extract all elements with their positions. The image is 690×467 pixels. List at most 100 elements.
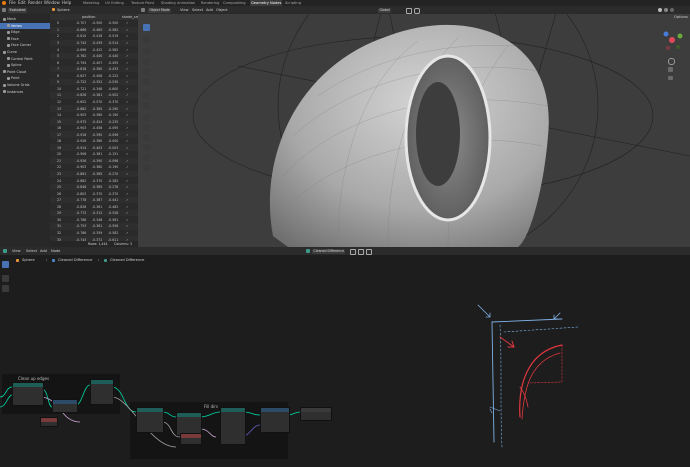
move-tool-icon[interactable] — [143, 48, 150, 55]
scale-tool-icon[interactable] — [143, 68, 150, 75]
viewport-menu-select[interactable]: Select — [192, 8, 203, 12]
dataset-tree-item[interactable]: Point Cloud — [0, 69, 53, 75]
annotate-tool-icon[interactable] — [143, 92, 150, 99]
dataset-tree-item[interactable]: Spline — [0, 62, 57, 68]
row-index: 0 — [57, 21, 60, 26]
dataset-tree-item[interactable]: Volume Grids — [0, 82, 53, 88]
object-name: Sphere — [57, 7, 70, 12]
dataset-tree-label: Vertex — [11, 23, 22, 28]
table-cell: -0.778 — [76, 198, 87, 203]
cursor-tool-icon[interactable] — [143, 36, 150, 43]
extrude-tool-icon[interactable] — [143, 124, 150, 131]
column-header-position[interactable]: position — [82, 15, 95, 19]
row-index: 10 — [57, 86, 62, 91]
row-index: 5 — [57, 54, 60, 59]
table-cell: -0.903 — [76, 113, 87, 118]
dataset-tree-item[interactable]: Control Point — [0, 56, 57, 62]
viewport-scene — [192, 6, 690, 247]
table-row: 9 -0.722 -0.352 -0.530 ✓ — [50, 78, 138, 86]
node-clean-a[interactable] — [12, 382, 44, 406]
dataset-tree-item[interactable]: Mesh — [0, 16, 53, 22]
row-index: 32 — [57, 230, 62, 235]
table-cell: -0.914 — [76, 145, 87, 150]
zoom-icon[interactable] — [668, 58, 675, 65]
viewport-menu-object[interactable]: Object — [216, 8, 228, 12]
table-cell: -0.190 — [108, 113, 119, 118]
dataset-type-icon — [7, 43, 10, 47]
table-cell: -0.926 — [76, 139, 87, 144]
table-cell: -0.916 — [76, 132, 87, 137]
table-cell: -0.095 — [108, 126, 119, 131]
node-fill-e[interactable] — [260, 407, 290, 433]
blender-logo-icon[interactable] — [2, 1, 6, 5]
node-clean-b[interactable] — [52, 399, 78, 413]
table-cell: -0.000 — [108, 139, 119, 144]
table-cell: -0.361 — [92, 204, 103, 209]
viewport-menu-view[interactable]: View — [180, 8, 189, 12]
table-row: 4 -0.696 -0.422 -0.582 ✓ — [50, 46, 138, 53]
geometry-node-editor[interactable]: View Select Add Node Cleaned Difference … — [0, 247, 690, 467]
options-dropdown[interactable]: Options — [674, 15, 688, 19]
columns-count: Columns: 3 — [114, 242, 132, 246]
table-cell: -0.582 — [108, 47, 119, 52]
spreadsheet-editor-icon[interactable] — [2, 8, 6, 12]
shading-material-icon[interactable] — [664, 8, 668, 12]
node-clean-c[interactable] — [90, 379, 114, 405]
pan-hand-icon[interactable] — [668, 67, 673, 72]
table-cell: -0.407 — [92, 60, 103, 65]
table-cell: -0.903 — [76, 165, 87, 170]
add-cube-tool-icon[interactable] — [143, 114, 150, 121]
table-cell: -0.582 — [108, 230, 119, 235]
viewport-menu-add[interactable]: Add — [206, 8, 213, 12]
table-cell: -0.768 — [76, 217, 87, 222]
dataset-tree-item[interactable]: Vertex — [0, 22, 57, 29]
shade-smooth-checkbox: ✓ — [126, 60, 129, 65]
shading-rendered-icon[interactable] — [670, 8, 674, 12]
transform-orientation-dropdown[interactable]: Global — [378, 7, 392, 13]
3d-viewport[interactable]: Object Mode View Select Add Object Globa… — [138, 6, 690, 247]
snap-icon[interactable] — [406, 8, 412, 14]
dataset-tree-label: Point — [11, 76, 20, 81]
knife-tool-icon[interactable] — [143, 164, 150, 171]
camera-icon[interactable] — [668, 76, 673, 80]
table-cell: -0.514 — [108, 41, 119, 46]
table-cell: -0.455 — [108, 60, 119, 65]
bevel-tool-icon[interactable] — [143, 144, 150, 151]
node-fill-a[interactable] — [136, 407, 164, 433]
dataset-tree-item[interactable]: Point — [0, 75, 57, 81]
shading-solid-icon[interactable] — [658, 8, 662, 12]
dataset-tree-item[interactable]: Face — [0, 36, 57, 42]
navigation-gizmo[interactable] — [658, 26, 686, 54]
inset-tool-icon[interactable] — [143, 134, 150, 141]
3d-viewport-editor-icon[interactable] — [141, 8, 145, 12]
rotate-tool-icon[interactable] — [143, 58, 150, 65]
row-index: 28 — [57, 204, 62, 209]
node-fill-c[interactable] — [180, 433, 202, 445]
measure-tool-icon[interactable] — [143, 102, 150, 109]
row-index: 31 — [57, 224, 62, 229]
shade-smooth-checkbox: ✓ — [126, 67, 129, 72]
row-index: 23 — [57, 172, 62, 177]
row-index: 1 — [57, 27, 60, 32]
dataset-tree-item[interactable]: Face Corner — [0, 42, 57, 48]
dataset-tree-item[interactable]: Curve — [0, 49, 53, 55]
table-cell: -0.278 — [108, 185, 119, 190]
evaluation-dropdown[interactable]: Evaluated — [8, 7, 27, 13]
table-cell: -0.151 — [108, 152, 119, 157]
row-index: 30 — [57, 217, 62, 222]
mode-dropdown[interactable]: Object Mode — [148, 7, 172, 13]
proportional-edit-icon[interactable] — [414, 8, 420, 14]
shade-smooth-checkbox: ✓ — [126, 204, 129, 209]
loop-cut-tool-icon[interactable] — [143, 154, 150, 161]
dataset-tree-item[interactable]: Edge — [0, 29, 57, 35]
dataset-tree-item[interactable]: Instances — [0, 89, 53, 95]
column-header-shade-smooth[interactable]: shade_sm — [122, 15, 139, 19]
node-clean-d[interactable] — [40, 417, 58, 427]
select-box-tool-icon[interactable] — [143, 24, 150, 31]
dataset-tree-label: Curve — [7, 50, 18, 54]
transform-tool-icon[interactable] — [143, 78, 150, 85]
spreadsheet-dataset-panel: Evaluated Mesh Vertex Edge Face Face Corner C… — [0, 6, 57, 247]
shade-smooth-checkbox: ✓ — [126, 119, 129, 124]
node-fill-d[interactable] — [220, 407, 246, 445]
node-group-output[interactable] — [300, 407, 332, 421]
